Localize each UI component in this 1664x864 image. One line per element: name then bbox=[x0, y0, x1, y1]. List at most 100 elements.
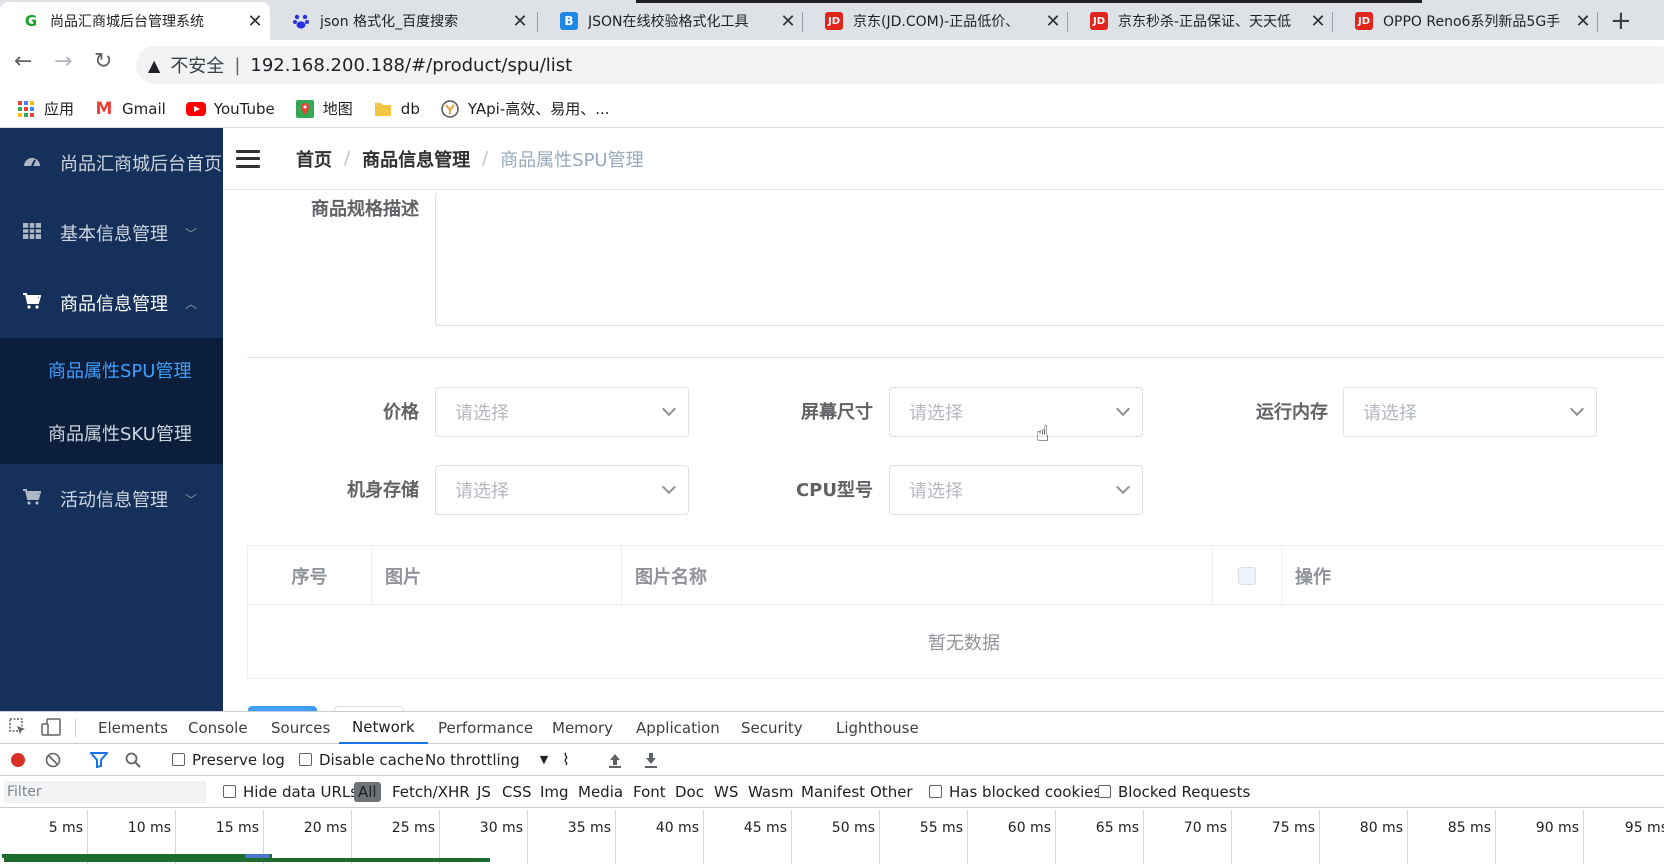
filter-type-manifest[interactable]: Manifest bbox=[801, 783, 865, 801]
chevron-down-icon bbox=[1115, 479, 1131, 495]
filter-funnel-icon[interactable] bbox=[90, 751, 108, 768]
cpu-model-select[interactable]: 请选择 bbox=[889, 465, 1143, 515]
filter-type-media[interactable]: Media bbox=[578, 783, 623, 801]
tab-performance[interactable]: Performance bbox=[438, 712, 533, 744]
tab-security[interactable]: Security bbox=[741, 712, 803, 744]
browser-tab-4[interactable]: JD 京东(JD.COM)-正品低价、 ✕ bbox=[803, 2, 1068, 40]
close-tab-icon[interactable]: ✕ bbox=[1303, 11, 1333, 32]
tab-application[interactable]: Application bbox=[636, 712, 720, 744]
network-filter-bar: Filter Hide data URLs All Fetch/XHR JS C… bbox=[0, 776, 1664, 808]
select-all-checkbox[interactable] bbox=[1238, 566, 1256, 585]
screen-size-select[interactable]: 请选择 bbox=[889, 387, 1143, 437]
column-header-image: 图片 bbox=[372, 546, 622, 605]
breadcrumb-product-info[interactable]: 商品信息管理 bbox=[362, 146, 470, 172]
tab-favicon-jd-icon: JD bbox=[1090, 12, 1108, 30]
reload-icon[interactable]: ↻ bbox=[94, 49, 112, 74]
browser-tab-3[interactable]: B JSON在线校验格式化工具 ✕ bbox=[538, 2, 803, 40]
forward-icon[interactable]: → bbox=[54, 49, 72, 74]
hide-data-urls-checkbox[interactable] bbox=[223, 785, 236, 798]
column-header-actions: 操作 bbox=[1282, 546, 1664, 605]
tab-network[interactable]: Network bbox=[339, 712, 428, 744]
tab-lighthouse[interactable]: Lighthouse bbox=[836, 712, 919, 744]
back-icon[interactable]: ← bbox=[14, 49, 32, 74]
close-tab-icon[interactable]: ✕ bbox=[505, 11, 535, 32]
tab-memory[interactable]: Memory bbox=[552, 712, 613, 744]
disable-cache-checkbox[interactable] bbox=[299, 753, 312, 766]
inspect-element-icon[interactable] bbox=[9, 718, 27, 741]
filter-type-all[interactable]: All bbox=[354, 781, 381, 802]
sidebar-item-home[interactable]: 尚品汇商城后台首页 bbox=[0, 128, 223, 198]
throttling-select[interactable]: No throttling ▼ bbox=[425, 751, 548, 769]
sidebar-item-product-info[interactable]: 商品信息管理 ︿ bbox=[0, 268, 223, 338]
sidebar-item-activity-info[interactable]: 活动信息管理 ﹀ bbox=[0, 464, 223, 534]
disable-cache-option[interactable]: Disable cache bbox=[299, 751, 424, 769]
network-filter-input[interactable]: Filter bbox=[4, 781, 206, 803]
tab-elements[interactable]: Elements bbox=[98, 712, 168, 744]
bookmark-gmail[interactable]: M Gmail bbox=[94, 99, 166, 119]
price-select[interactable]: 请选择 bbox=[435, 387, 689, 437]
bookmark-db-folder[interactable]: db bbox=[373, 99, 420, 119]
browser-tab-6[interactable]: JD OPPO Reno6系列新品5G手 ✕ bbox=[1333, 2, 1598, 40]
url-omnibox[interactable]: ▲ 不安全 | 192.168.200.188/#/product/spu/li… bbox=[136, 46, 1664, 84]
clear-icon[interactable] bbox=[45, 752, 61, 768]
spec-description-label: 商品规格描述 bbox=[311, 199, 419, 220]
export-har-icon[interactable] bbox=[644, 752, 658, 768]
bookmark-maps[interactable]: 地图 bbox=[295, 98, 353, 119]
filter-type-css[interactable]: CSS bbox=[502, 783, 532, 801]
has-blocked-cookies-option[interactable]: Has blocked cookies bbox=[929, 783, 1101, 801]
hand-cursor-icon: ☝ bbox=[1036, 422, 1050, 447]
filter-type-fetch-xhr[interactable]: Fetch/XHR bbox=[392, 783, 470, 801]
hide-data-urls-option[interactable]: Hide data URLs bbox=[223, 783, 358, 801]
insecure-label[interactable]: 不安全 bbox=[170, 52, 224, 78]
has-blocked-cookies-checkbox[interactable] bbox=[929, 785, 942, 798]
filter-type-ws[interactable]: WS bbox=[714, 783, 738, 801]
column-header-index: 序号 bbox=[248, 546, 372, 605]
tab-separator bbox=[1597, 12, 1598, 32]
filter-type-doc[interactable]: Doc bbox=[675, 783, 704, 801]
blocked-requests-option[interactable]: Blocked Requests bbox=[1098, 783, 1250, 801]
ram-select[interactable]: 请选择 bbox=[1343, 387, 1597, 437]
timeline-tick: 85 ms bbox=[1408, 810, 1496, 864]
search-icon[interactable] bbox=[125, 752, 141, 768]
sidebar-item-basic-info[interactable]: 基本信息管理 ﹀ bbox=[0, 198, 223, 268]
filter-type-js[interactable]: JS bbox=[477, 783, 491, 801]
record-icon[interactable] bbox=[10, 752, 26, 768]
import-har-icon[interactable] bbox=[608, 752, 622, 768]
tab-sources[interactable]: Sources bbox=[271, 712, 330, 744]
close-tab-icon[interactable]: ✕ bbox=[1568, 11, 1598, 32]
warning-triangle-icon[interactable]: ▲ bbox=[148, 56, 160, 75]
network-timeline-overview[interactable]: 5 ms 10 ms 15 ms 20 ms 25 ms 30 ms 35 ms… bbox=[0, 810, 1664, 864]
device-toolbar-icon[interactable] bbox=[41, 718, 61, 741]
preserve-log-option[interactable]: Preserve log bbox=[172, 751, 285, 769]
sidebar-item-label: 活动信息管理 bbox=[60, 490, 168, 511]
filter-type-font[interactable]: Font bbox=[633, 783, 666, 801]
tab-favicon-jd-icon: JD bbox=[1355, 12, 1373, 30]
spec-description-textarea[interactable] bbox=[435, 192, 1664, 326]
close-tab-icon[interactable]: ✕ bbox=[1038, 11, 1068, 32]
browser-tab-1[interactable]: G 尚品汇商城后台管理系统 ✕ bbox=[0, 2, 270, 40]
close-tab-icon[interactable]: ✕ bbox=[240, 11, 270, 32]
storage-select[interactable]: 请选择 bbox=[435, 465, 689, 515]
close-tab-icon[interactable]: ✕ bbox=[773, 11, 803, 32]
hamburger-menu-icon[interactable] bbox=[236, 149, 260, 168]
filter-type-wasm[interactable]: Wasm bbox=[748, 783, 794, 801]
browser-tab-2[interactable]: json 格式化_百度搜索 ✕ bbox=[270, 2, 535, 40]
network-conditions-icon[interactable]: ⌇ bbox=[562, 750, 570, 769]
bookmark-yapi[interactable]: YApi-高效、易用、... bbox=[440, 98, 610, 119]
filter-type-other[interactable]: Other bbox=[870, 783, 913, 801]
breadcrumb: 首页 / 商品信息管理 / 商品属性SPU管理 bbox=[296, 146, 644, 172]
chevron-down-icon bbox=[1115, 401, 1131, 417]
sidebar-item-sku[interactable]: 商品属性SKU管理 bbox=[0, 401, 223, 464]
dropdown-arrow-icon: ▼ bbox=[539, 753, 549, 766]
bookmark-apps[interactable]: 应用 bbox=[16, 98, 74, 119]
breadcrumb-home[interactable]: 首页 bbox=[296, 146, 332, 172]
blocked-requests-checkbox[interactable] bbox=[1098, 785, 1111, 798]
preserve-log-checkbox[interactable] bbox=[172, 753, 185, 766]
bookmark-youtube[interactable]: YouTube bbox=[185, 99, 275, 119]
new-tab-button[interactable]: + bbox=[1610, 6, 1632, 36]
url-text[interactable]: 192.168.200.188/#/product/spu/list bbox=[250, 55, 572, 76]
tab-console[interactable]: Console bbox=[188, 712, 248, 744]
filter-type-img[interactable]: Img bbox=[540, 783, 569, 801]
browser-tab-5[interactable]: JD 京东秒杀-正品保证、天天低 ✕ bbox=[1068, 2, 1333, 40]
sidebar-item-spu[interactable]: 商品属性SPU管理 bbox=[0, 338, 223, 401]
